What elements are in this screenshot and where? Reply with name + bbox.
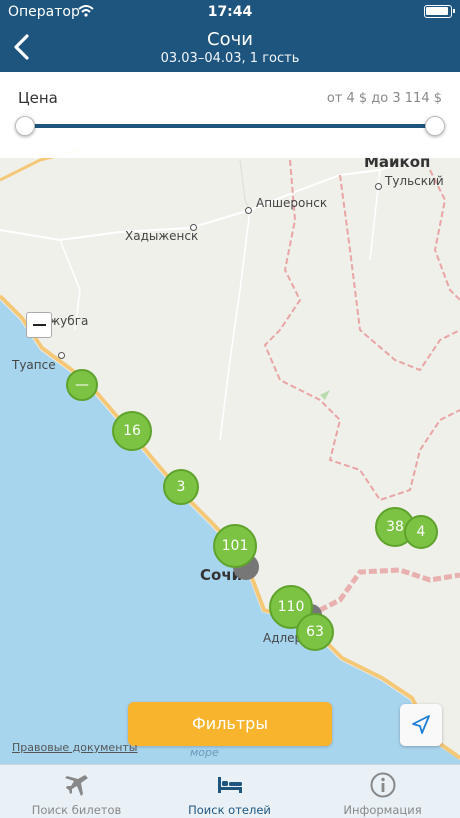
price-slider-min-handle[interactable] (15, 116, 35, 136)
tab-information[interactable]: Информация (306, 765, 459, 818)
info-icon (370, 772, 396, 798)
price-range-text: от 4 $ до 3 114 $ (326, 91, 442, 106)
city-khadyzhensk: Хадыженск (125, 229, 199, 243)
location-arrow-icon (412, 715, 430, 734)
sea-label: море (190, 746, 219, 759)
city-tulsky: Тульский (385, 174, 444, 188)
hotel-cluster-marker[interactable]: 63 (296, 613, 334, 651)
tab-label: Информация (343, 803, 422, 817)
page-title: Сочи (207, 29, 253, 50)
hotel-cluster-marker[interactable]: 101 (213, 524, 257, 568)
tab-label: Поиск отелей (188, 803, 271, 817)
zoom-out-button[interactable] (26, 312, 52, 338)
status-bar: Оператор 17:44 (0, 0, 460, 24)
hotel-cluster-marker[interactable]: 4 (404, 515, 438, 549)
hotel-cluster-marker[interactable]: 16 (112, 411, 152, 451)
city-tuapse: Туапсе (12, 358, 56, 372)
navigation-header: Оператор 17:44 Сочи 03.03–04.03, 1 гость (0, 0, 460, 72)
clock: 17:44 (207, 4, 253, 20)
price-filter-panel: Цена от 4 $ до 3 114 $ (0, 72, 460, 158)
legal-documents-link[interactable]: Правовые документы (12, 741, 137, 754)
my-location-button[interactable] (400, 704, 442, 746)
battery-icon (424, 5, 455, 18)
price-slider-max-handle[interactable] (425, 116, 445, 136)
tab-hotel-search[interactable]: Поиск отелей (153, 765, 306, 818)
hotel-cluster-marker[interactable]: 3 (163, 469, 199, 505)
tab-label: Поиск билетов (31, 803, 122, 817)
price-label: Цена (18, 89, 58, 107)
price-slider-track[interactable] (25, 124, 435, 128)
page-subtitle: 03.03–04.03, 1 гость (160, 51, 300, 66)
city-dot (58, 352, 65, 359)
city-dot (190, 224, 197, 231)
city-dot (375, 183, 382, 190)
filters-button[interactable]: Фильтры (128, 702, 332, 746)
airplane-icon (65, 775, 88, 796)
city-dot (245, 207, 252, 214)
city-apsheronsk: Апшеронск (256, 196, 328, 210)
tab-ticket-search[interactable]: Поиск билетов (0, 765, 153, 818)
tab-bar: Поиск билетов Поиск отелей Информация (0, 764, 460, 818)
bed-icon (218, 777, 242, 793)
hotel-cluster-marker[interactable]: — (66, 369, 98, 401)
